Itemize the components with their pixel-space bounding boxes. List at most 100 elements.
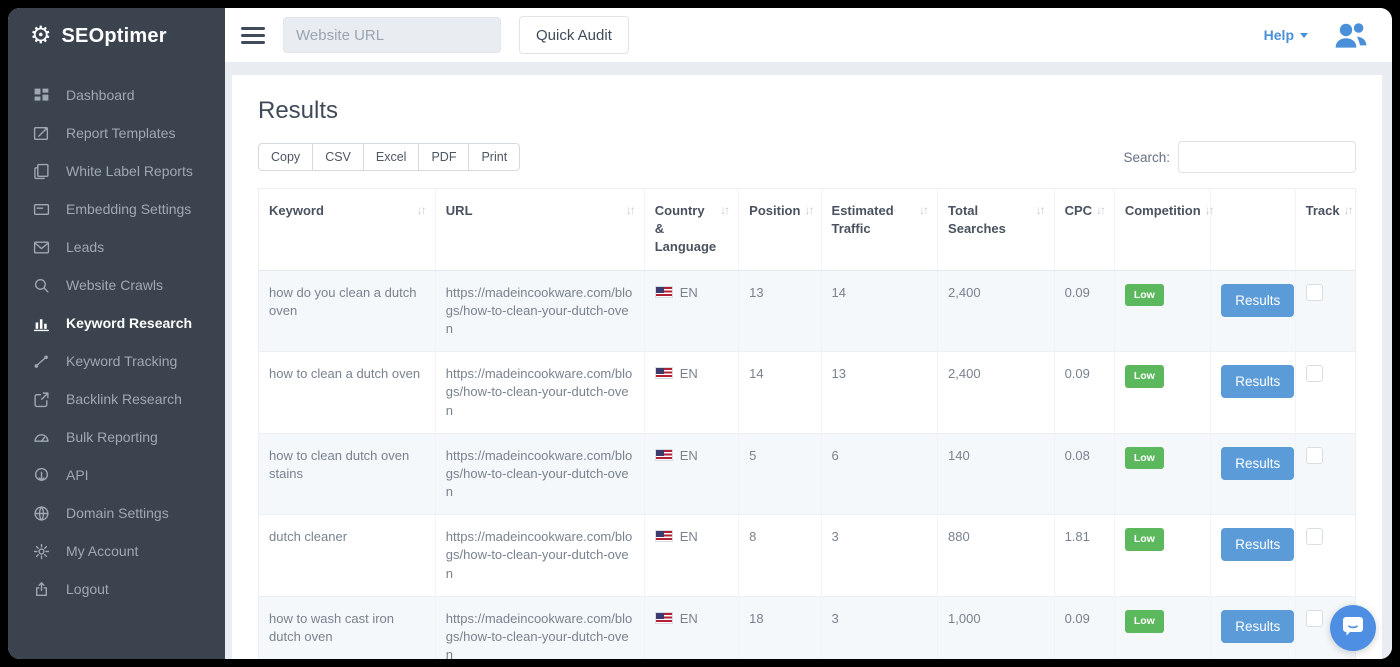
sort-arrows-icon: ↓↑ xyxy=(417,202,425,220)
results-button[interactable]: Results xyxy=(1221,447,1294,480)
export-csv-button[interactable]: CSV xyxy=(312,143,364,171)
url-cell: https://madeincookware.com/blogs/how-to-… xyxy=(435,515,644,597)
sidebar-item-dashboard[interactable]: Dashboard xyxy=(8,76,225,114)
sidebar-item-backlink-research[interactable]: Backlink Research xyxy=(8,380,225,418)
column-header-position[interactable]: Position↓↑ xyxy=(739,189,821,271)
table-body: how do you clean a dutch ovenhttps://mad… xyxy=(259,270,1356,659)
sidebar-item-domain-settings[interactable]: Domain Settings xyxy=(8,494,225,532)
users-icon[interactable] xyxy=(1334,20,1368,50)
export-print-button[interactable]: Print xyxy=(468,143,520,171)
column-header-keyword[interactable]: Keyword ↓↑ xyxy=(259,189,436,271)
column-label: Position xyxy=(749,202,800,220)
competition-cell: Low xyxy=(1114,433,1210,515)
sidebar-item-keyword-tracking[interactable]: Keyword Tracking xyxy=(8,342,225,380)
track-cell xyxy=(1295,515,1355,597)
us-flag-icon xyxy=(655,449,673,461)
results-button[interactable]: Results xyxy=(1221,284,1294,317)
sidebar-item-report-templates[interactable]: Report Templates xyxy=(8,114,225,152)
gear-s-icon: ⚙ xyxy=(30,24,52,48)
table-row: how to clean a dutch ovenhttps://madeinc… xyxy=(259,352,1356,434)
position-cell: 14 xyxy=(739,352,821,434)
column-header-total-searches[interactable]: Total Searches↓↑ xyxy=(938,189,1055,271)
sidebar-item-leads[interactable]: Leads xyxy=(8,228,225,266)
keyword-results-table: Keyword↓↑URL↓↑Country & Language↓↑Positi… xyxy=(258,188,1356,659)
action-cell: Results xyxy=(1211,270,1295,352)
competition-badge: Low xyxy=(1125,528,1164,551)
results-button[interactable]: Results xyxy=(1221,528,1294,561)
sidebar-item-my-account[interactable]: My Account xyxy=(8,532,225,570)
track-cell xyxy=(1295,352,1355,434)
estimated-traffic-cell: 3 xyxy=(821,596,938,659)
help-label: Help xyxy=(1264,27,1294,43)
trend-icon xyxy=(32,352,50,370)
sidebar-item-white-label-reports[interactable]: White Label Reports xyxy=(8,152,225,190)
help-dropdown[interactable]: Help xyxy=(1264,27,1308,43)
seoptimer-logo[interactable]: ⚙ SEOptimer xyxy=(8,8,225,70)
action-cell: Results xyxy=(1211,596,1295,659)
quick-audit-button[interactable]: Quick Audit xyxy=(519,16,629,54)
column-header-track[interactable]: Track↓↑ xyxy=(1295,189,1355,271)
cpc-cell: 1.81 xyxy=(1054,515,1114,597)
sidebar-item-label: White Label Reports xyxy=(66,163,193,179)
export-excel-button[interactable]: Excel xyxy=(363,143,420,171)
estimated-traffic-cell: 3 xyxy=(821,515,938,597)
sidebar-item-keyword-research[interactable]: Keyword Research xyxy=(8,304,225,342)
track-checkbox[interactable] xyxy=(1306,284,1323,301)
column-header-country-language[interactable]: Country & Language↓↑ xyxy=(644,189,738,271)
track-checkbox[interactable] xyxy=(1306,610,1323,627)
track-checkbox[interactable] xyxy=(1306,365,1323,382)
competition-badge: Low xyxy=(1125,365,1164,388)
country-cell: EN xyxy=(644,270,738,352)
keyword-cell: how to wash cast iron dutch oven xyxy=(259,596,436,659)
export-copy-button[interactable]: Copy xyxy=(258,143,313,171)
sidebar-item-label: Report Templates xyxy=(66,125,175,141)
content-area: Results CopyCSVExcelPDFPrint Search: xyxy=(225,62,1392,659)
sort-arrows-icon: ↓↑ xyxy=(626,202,634,220)
export-pdf-button[interactable]: PDF xyxy=(418,143,469,171)
position-cell: 18 xyxy=(739,596,821,659)
chat-launcher-button[interactable] xyxy=(1330,605,1376,651)
app-window: ⚙ SEOptimer Dashboard Report Templates Whi… xyxy=(8,8,1392,659)
column-header-estimated-traffic[interactable]: Estimated Traffic↓↑ xyxy=(821,189,938,271)
sort-arrows-icon: ↓↑ xyxy=(1344,202,1352,220)
country-cell: EN xyxy=(644,596,738,659)
sidebar-item-logout[interactable]: Logout xyxy=(8,570,225,608)
pencil-square-icon xyxy=(32,124,50,142)
column-header-cpc[interactable]: CPC↓↑ xyxy=(1054,189,1114,271)
sidebar-item-label: Keyword Tracking xyxy=(66,353,177,369)
url-cell: https://madeincookware.com/blogs/how-to-… xyxy=(435,433,644,515)
column-header-competition[interactable]: Competition↓↑ xyxy=(1114,189,1210,271)
sidebar-item-api[interactable]: API xyxy=(8,456,225,494)
results-button[interactable]: Results xyxy=(1221,365,1294,398)
competition-badge: Low xyxy=(1125,610,1164,633)
sidebar-item-embedding-settings[interactable]: Embedding Settings xyxy=(8,190,225,228)
column-header-url[interactable]: URL↓↑ xyxy=(435,189,644,271)
search-wrap: Search: xyxy=(1123,141,1356,173)
sidebar-item-label: My Account xyxy=(66,543,138,559)
sidebar-item-bulk-reporting[interactable]: Bulk Reporting xyxy=(8,418,225,456)
search-input[interactable] xyxy=(1178,141,1356,173)
table-row: how to wash cast iron dutch ovenhttps://… xyxy=(259,596,1356,659)
screenshot-frame: ⚙ SEOptimer Dashboard Report Templates Whi… xyxy=(0,0,1400,667)
keyword-cell: how to clean dutch oven stains xyxy=(259,433,436,515)
total-searches-cell: 140 xyxy=(938,433,1055,515)
track-checkbox[interactable] xyxy=(1306,447,1323,464)
grid-icon xyxy=(32,86,50,104)
hamburger-menu-icon[interactable] xyxy=(241,27,265,44)
sidebar-item-website-crawls[interactable]: Website Crawls xyxy=(8,266,225,304)
results-button[interactable]: Results xyxy=(1221,610,1294,643)
website-url-input[interactable] xyxy=(283,17,501,53)
position-cell: 8 xyxy=(739,515,821,597)
chat-bubble-icon xyxy=(1341,614,1365,643)
column-label: CPC xyxy=(1065,202,1092,220)
sort-arrows-icon: ↓↑ xyxy=(720,202,728,257)
column-label: Keyword xyxy=(269,202,324,220)
sidebar-nav: Dashboard Report Templates White Label Rep… xyxy=(8,70,225,608)
track-checkbox[interactable] xyxy=(1306,528,1323,545)
action-cell: Results xyxy=(1211,515,1295,597)
estimated-traffic-cell: 13 xyxy=(821,352,938,434)
track-cell xyxy=(1295,433,1355,515)
us-flag-icon xyxy=(655,367,673,379)
search-label: Search: xyxy=(1123,150,1170,165)
cpc-cell: 0.08 xyxy=(1054,433,1114,515)
